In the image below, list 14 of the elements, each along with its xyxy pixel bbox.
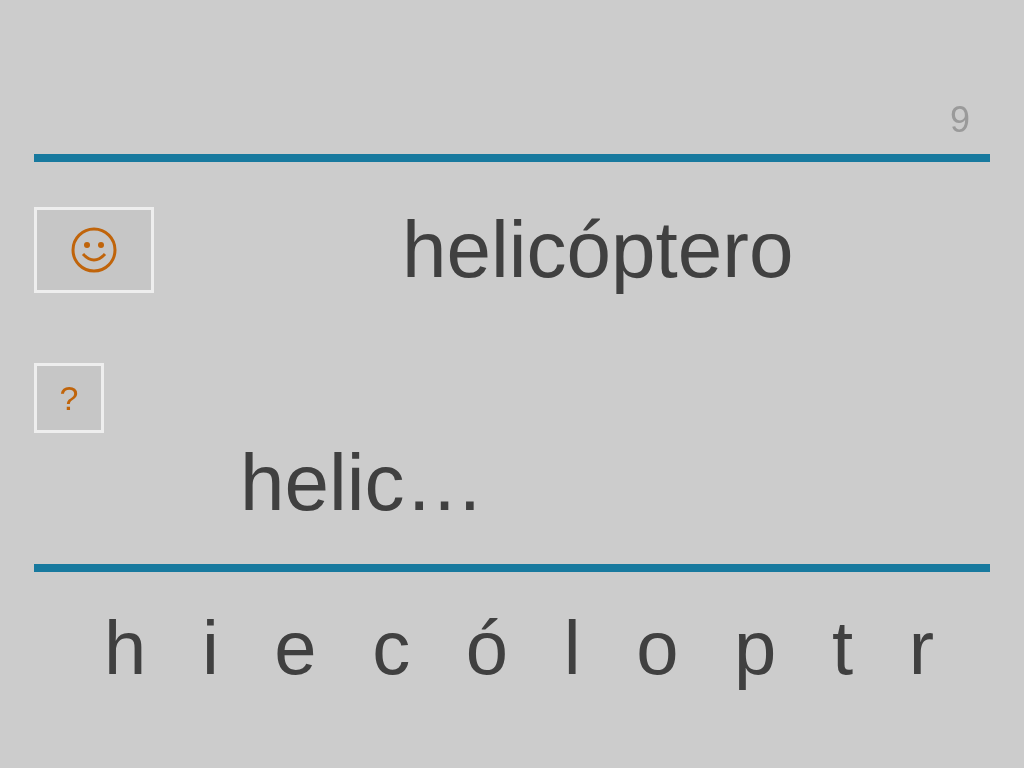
letter-tile[interactable]: o	[636, 600, 679, 696]
letter-tile[interactable]: r	[908, 600, 934, 696]
letter-tile[interactable]: e	[274, 600, 317, 696]
letter-tile[interactable]: l	[563, 600, 581, 696]
letter-tile[interactable]: c	[372, 600, 411, 696]
answer-text: helic…	[240, 437, 485, 529]
letter-tile[interactable]: t	[831, 600, 854, 696]
letter-tile[interactable]: p	[734, 600, 777, 696]
smiley-button[interactable]	[34, 207, 154, 293]
target-word: helicóptero	[402, 204, 794, 296]
letter-tile[interactable]: ó	[465, 600, 509, 696]
smiley-icon	[70, 226, 118, 274]
letter-tile[interactable]: h	[104, 600, 147, 696]
letter-tile[interactable]: i	[201, 600, 219, 696]
